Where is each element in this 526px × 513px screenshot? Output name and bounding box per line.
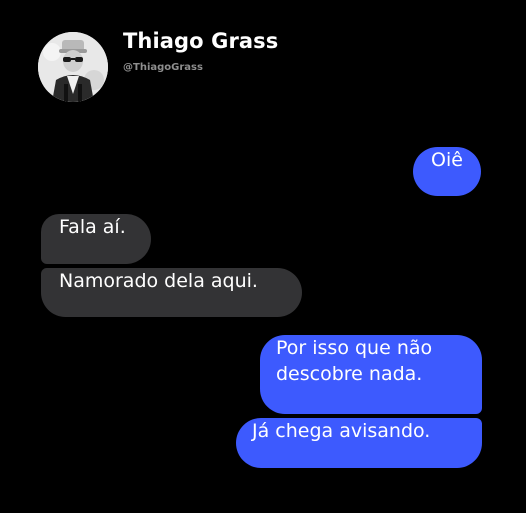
message-bubble-sent[interactable]: Já chega avisando. xyxy=(236,418,482,468)
message-text-line: Por isso que não xyxy=(276,337,433,359)
message-text-line: descobre nada. xyxy=(276,363,423,385)
message-text: Oiê xyxy=(431,149,463,171)
chat-header: Thiago Grass @ThiagoGrass xyxy=(0,0,526,110)
message-text: Já chega avisando. xyxy=(252,420,431,442)
avatar[interactable] xyxy=(38,32,108,102)
message-text: Fala aí. xyxy=(59,216,126,238)
message-bubble-received[interactable]: Namorado dela aqui. xyxy=(41,268,302,317)
message-bubble-sent[interactable]: Por isso que não descobre nada. xyxy=(260,335,482,414)
message-bubble-sent[interactable]: Oiê xyxy=(413,147,481,196)
message-bubble-received[interactable]: Fala aí. xyxy=(41,214,151,264)
profile-photo-icon xyxy=(38,32,108,102)
contact-handle: @ThiagoGrass xyxy=(123,62,203,73)
message-text: Namorado dela aqui. xyxy=(59,270,258,292)
contact-name[interactable]: Thiago Grass xyxy=(123,29,278,53)
